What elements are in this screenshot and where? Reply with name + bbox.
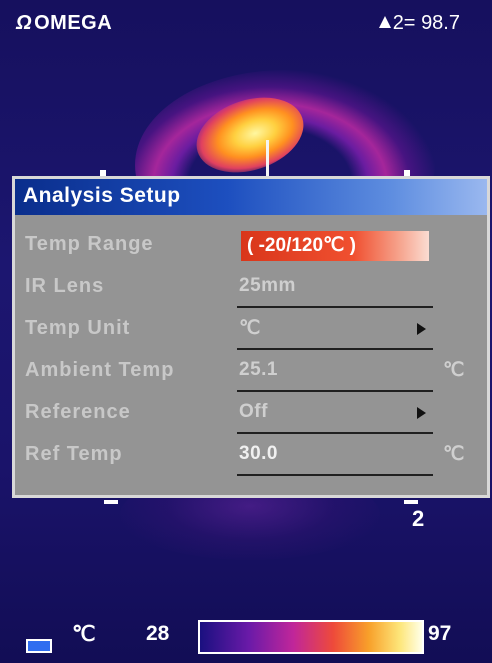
scale-min-value: 28 (146, 622, 170, 645)
ref-temp-unit: ℃ (443, 444, 465, 465)
scale-max-value: 97 (428, 622, 452, 645)
brand-name: OMEGA (34, 12, 113, 34)
ref-temp-value[interactable]: 30.0 (239, 443, 278, 465)
reference-underline (237, 432, 433, 434)
ir-lens-value: 25mm (239, 275, 296, 296)
battery-icon (26, 639, 52, 653)
ir-lens-label: IR Lens (25, 275, 105, 297)
temp-range-value: ( -20/120℃ ) (247, 235, 356, 256)
row-temp-unit[interactable]: Temp Unit ℃ (15, 311, 487, 351)
dialog-title: Analysis Setup (23, 184, 181, 207)
chevron-right-icon[interactable] (417, 323, 426, 335)
triangle-up-icon (378, 16, 391, 28)
temp-unit-label: Temp Unit (25, 317, 131, 339)
row-ambient-temp[interactable]: Ambient Temp 25.1 ℃ (15, 353, 487, 393)
crosshair-marker (266, 140, 269, 178)
dialog-title-bar: Analysis Setup (15, 179, 487, 215)
row-reference[interactable]: Reference Off (15, 395, 487, 435)
ambient-temp-label: Ambient Temp (25, 359, 175, 381)
unit-indicator: ℃ (72, 623, 96, 646)
reference-label: Reference (25, 401, 131, 423)
ambient-temp-value[interactable]: 25.1 (239, 359, 278, 381)
marker-readout: 2= 98.7 (378, 12, 460, 35)
cursor-label: 2 (412, 506, 425, 531)
ref-temp-label: Ref Temp (25, 443, 123, 465)
ref-temp-underline (237, 474, 433, 476)
analysis-setup-dialog: Analysis Setup Temp Range ( -20/120℃ ) I… (12, 176, 490, 498)
temp-unit-value: ℃ (239, 318, 261, 339)
omega-logo: Ω OMEGA (16, 12, 112, 35)
omega-symbol-icon: Ω (16, 12, 33, 34)
color-palette-bar (198, 620, 424, 654)
temp-unit-underline (237, 348, 433, 350)
roi-corner-bottom-left (104, 500, 118, 504)
row-temp-range[interactable]: Temp Range ( -20/120℃ ) (15, 227, 487, 267)
ir-lens-underline (237, 306, 433, 308)
chevron-right-icon[interactable] (417, 407, 426, 419)
thermal-viewport: 2 Ω OMEGA 2= 98.7 Analysis Setup Temp Ran… (0, 0, 492, 663)
marker-value: 98.7 (421, 12, 460, 34)
reference-value: Off (239, 401, 268, 422)
ambient-temp-unit: ℃ (443, 360, 465, 381)
roi-corner-bottom-right (404, 500, 418, 504)
temp-range-label: Temp Range (25, 233, 154, 255)
row-ir-lens[interactable]: IR Lens 25mm (15, 269, 487, 309)
row-ref-temp[interactable]: Ref Temp 30.0 ℃ (15, 437, 487, 477)
temp-range-field[interactable]: ( -20/120℃ ) (241, 231, 429, 261)
ambient-temp-underline (237, 390, 433, 392)
marker-label: 2= (392, 12, 416, 34)
status-bar: ℃ 28 97 (0, 612, 492, 663)
